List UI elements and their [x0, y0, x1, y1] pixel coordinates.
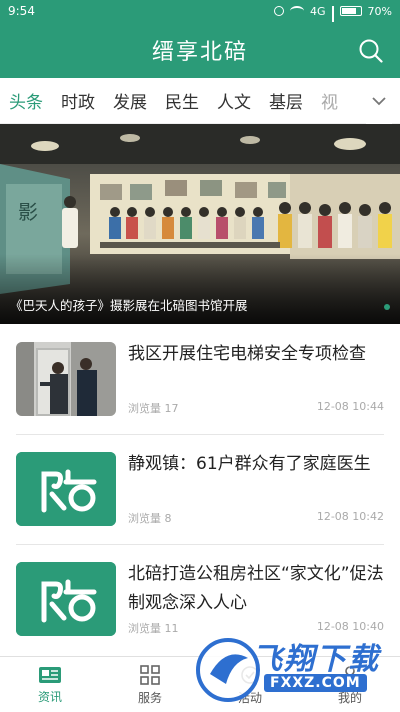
- news-title: 我区开展住宅电梯安全专项检查: [128, 344, 366, 364]
- activity-icon: [241, 665, 259, 684]
- news-title: 北碚打造公租房社区“家文化”促法制观念深入人心: [128, 564, 384, 613]
- tabs-more-button[interactable]: [366, 78, 392, 124]
- app-logo-icon: [16, 562, 116, 636]
- news-item[interactable]: 北碚打造公租房社区“家文化”促法制观念深入人心 浏览量 11 12-08 10:…: [16, 544, 384, 654]
- search-icon: [359, 39, 383, 63]
- nav-label: 活动: [237, 690, 262, 705]
- tab-video[interactable]: 视: [312, 78, 347, 124]
- app-screen: 9:54 4G 70% 缙享北碚 头条 时政 发展 民生 人文 基层 视 影 《…: [0, 0, 400, 712]
- poster-text: 影: [18, 200, 38, 224]
- nav-profile[interactable]: 我的: [300, 657, 400, 712]
- nav-services[interactable]: 服务: [100, 657, 200, 712]
- news-time: 12-08 10:42: [316, 510, 384, 523]
- tab-culture[interactable]: 人文: [208, 78, 260, 124]
- app-logo-icon: [16, 452, 116, 526]
- status-bar: 9:54 4G 70%: [0, 0, 400, 31]
- news-thumbnail: [16, 342, 116, 416]
- network-type: 4G: [310, 4, 326, 18]
- bottom-nav: 资讯 服务 活动 我的: [0, 656, 400, 712]
- status-time: 9:54: [8, 4, 35, 18]
- news-time: 12-08 10:44: [316, 400, 384, 413]
- news-title: 静观镇：61户群众有了家庭医生: [128, 454, 371, 474]
- nav-label: 服务: [137, 690, 162, 705]
- nav-activities[interactable]: 活动: [200, 657, 300, 712]
- news-time: 12-08 10:40: [316, 620, 384, 633]
- status-icons: 4G 70%: [274, 4, 392, 31]
- banner-image: 影: [0, 124, 400, 324]
- banner-caption: 《巴天人的孩子》摄影展在北碚图书馆开展: [10, 298, 248, 313]
- nav-label: 资讯: [37, 689, 62, 704]
- tab-politics[interactable]: 时政: [52, 78, 104, 124]
- tab-livelihood[interactable]: 民生: [156, 78, 208, 124]
- banner-indicator-dot[interactable]: [384, 304, 390, 310]
- news-thumbnail: [16, 562, 116, 636]
- signal-icon: [331, 6, 334, 31]
- nav-news[interactable]: 资讯: [0, 657, 100, 712]
- news-thumbnail: [16, 452, 116, 526]
- app-header: 缙享北碚: [0, 22, 400, 78]
- user-icon: [341, 665, 359, 685]
- wifi-icon: [290, 6, 305, 16]
- news-views: 浏览量 17: [128, 402, 179, 415]
- battery-icon: [339, 6, 362, 16]
- news-item[interactable]: 我区开展住宅电梯安全专项检查 浏览量 17 12-08 10:44: [16, 324, 384, 434]
- news-icon: [39, 666, 61, 683]
- tab-grassroots[interactable]: 基层: [260, 78, 312, 124]
- category-tabs: 头条 时政 发展 民生 人文 基层 视: [0, 78, 400, 124]
- news-views: 浏览量 8: [128, 512, 172, 525]
- tab-development[interactable]: 发展: [104, 78, 156, 124]
- alarm-icon: [274, 6, 285, 16]
- nav-label: 我的: [337, 690, 362, 705]
- app-title: 缙享北碚: [151, 40, 248, 65]
- featured-banner[interactable]: 影 《巴天人的孩子》摄影展在北碚图书馆开展: [0, 124, 400, 324]
- elevator-photo: [16, 342, 116, 416]
- news-views: 浏览量 11: [128, 622, 179, 635]
- tab-headlines[interactable]: 头条: [0, 78, 52, 124]
- news-item[interactable]: 静观镇：61户群众有了家庭医生 浏览量 8 12-08 10:42: [16, 434, 384, 544]
- chevron-down-icon: [372, 97, 386, 106]
- battery-level: 70%: [367, 4, 392, 18]
- search-button[interactable]: [358, 38, 384, 64]
- grid-icon: [140, 664, 160, 685]
